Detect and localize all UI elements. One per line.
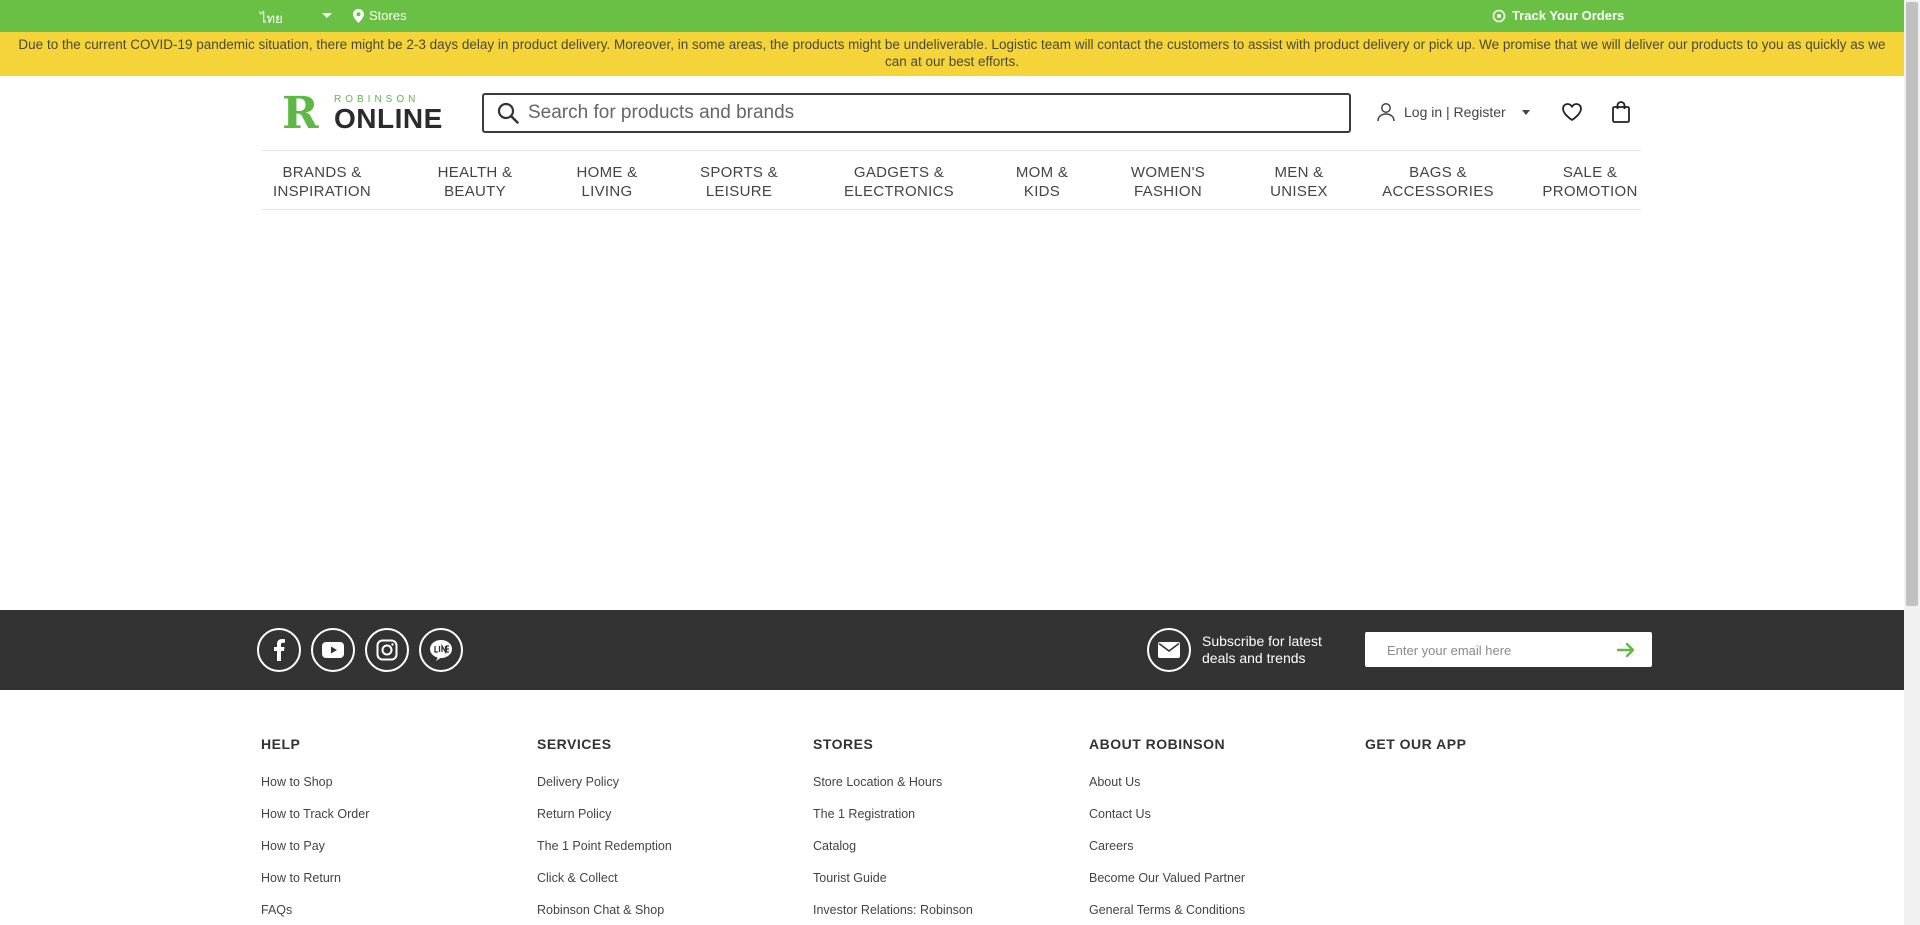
nav-mom-kids[interactable]: MOM & KIDS xyxy=(1016,163,1068,201)
search-input[interactable] xyxy=(528,100,1328,126)
subscribe-text: Subscribe for latest deals and trends xyxy=(1202,633,1322,666)
footer-link[interactable]: How to Shop xyxy=(261,775,369,792)
footer-stores-title: STORES xyxy=(813,736,874,752)
login-register-menu[interactable]: Log in | Register xyxy=(1376,102,1530,122)
youtube-link[interactable] xyxy=(311,628,355,672)
shopping-bag-icon[interactable] xyxy=(1611,100,1631,124)
notice-text: Due to the current COVID-19 pandemic sit… xyxy=(18,37,1886,69)
scrollbar-thumb[interactable] xyxy=(1906,2,1918,606)
facebook-link[interactable] xyxy=(257,628,301,672)
footer-services-column: SERVICES Delivery Policy Return Policy T… xyxy=(537,736,672,925)
nav-men-unisex[interactable]: MEN & UNISEX xyxy=(1270,163,1328,201)
youtube-icon xyxy=(322,642,344,658)
search-icon[interactable] xyxy=(497,102,519,124)
footer-help-title: HELP xyxy=(261,736,301,752)
user-icon xyxy=(1377,103,1395,122)
facebook-icon xyxy=(274,639,285,661)
footer-link[interactable]: Return Policy xyxy=(537,807,672,824)
nav-sports-leisure[interactable]: SPORTS & LEISURE xyxy=(700,163,778,201)
footer-link[interactable]: How to Return xyxy=(261,871,369,888)
covid-notice-banner: Due to the current COVID-19 pandemic sit… xyxy=(0,32,1904,76)
footer-link[interactable]: Catalog xyxy=(813,839,973,856)
logo-letter: R xyxy=(282,88,319,139)
email-subscribe-field xyxy=(1365,632,1652,667)
language-selector[interactable]: ไทย xyxy=(260,8,332,29)
nav-gadgets-electronics[interactable]: GADGETS & ELECTRONICS xyxy=(844,163,954,201)
footer-help-column: HELP How to Shop How to Track Order How … xyxy=(261,736,369,925)
footer-link[interactable]: Store Location & Hours xyxy=(813,775,973,792)
language-label: ไทย xyxy=(260,11,283,26)
email-input[interactable] xyxy=(1387,640,1607,660)
footer-about-title: ABOUT ROBINSON xyxy=(1089,736,1226,752)
page: ไทย Stores Track Your Orders Due to the … xyxy=(0,0,1920,925)
category-nav: BRANDS & INSPIRATION HEALTH & BEAUTY HOM… xyxy=(261,150,1641,210)
target-icon xyxy=(1492,9,1506,22)
login-register-label: Log in | Register xyxy=(1404,104,1506,120)
nav-health-beauty[interactable]: HEALTH & BEAUTY xyxy=(438,163,513,201)
footer-link[interactable]: Robinson Chat & Shop xyxy=(537,903,672,920)
robinson-online-logo[interactable]: R ROBINSON ONLINE xyxy=(282,88,443,139)
nav-sale-promotion[interactable]: SALE & PROMOTION xyxy=(1542,163,1637,201)
footer-link[interactable]: Investor Relations: Robinson xyxy=(813,903,973,920)
track-orders-label: Track Your Orders xyxy=(1512,8,1625,23)
line-link[interactable] xyxy=(419,628,463,672)
footer-link[interactable]: How to Track Order xyxy=(261,807,369,824)
nav-home-living[interactable]: HOME & LIVING xyxy=(577,163,638,201)
footer-link[interactable]: The 1 Point Redemption xyxy=(537,839,672,856)
instagram-icon xyxy=(376,639,398,661)
footer-link[interactable]: Delivery Policy xyxy=(537,775,672,792)
heart-icon[interactable] xyxy=(1561,101,1583,123)
top-utility-bar: ไทย Stores Track Your Orders xyxy=(0,0,1904,32)
mail-circle xyxy=(1147,628,1191,672)
line-icon xyxy=(430,640,452,661)
footer-link[interactable]: Contact Us xyxy=(1089,807,1245,824)
footer-stores-column: STORES Store Location & Hours The 1 Regi… xyxy=(813,736,973,925)
footer-services-title: SERVICES xyxy=(537,736,612,752)
footer-link[interactable]: Become Our Valued Partner xyxy=(1089,871,1245,888)
footer-link[interactable]: General Terms & Conditions xyxy=(1089,903,1245,920)
footer-about-column: ABOUT ROBINSON About Us Contact Us Caree… xyxy=(1089,736,1245,925)
envelope-icon xyxy=(1158,642,1180,658)
chevron-down-icon xyxy=(322,13,332,18)
footer-link[interactable]: How to Pay xyxy=(261,839,369,856)
social-subscribe-band: Subscribe for latest deals and trends xyxy=(0,610,1904,690)
footer-link[interactable]: Tourist Guide xyxy=(813,871,973,888)
logo-bottom-text: ONLINE xyxy=(334,103,443,134)
stores-link[interactable]: Stores xyxy=(353,8,407,23)
caret-down-icon xyxy=(1521,109,1530,115)
nav-bags-accessories[interactable]: BAGS & ACCESSORIES xyxy=(1382,163,1494,201)
location-pin-icon xyxy=(353,8,364,23)
stores-label: Stores xyxy=(369,8,407,23)
footer-app-column: GET OUR APP xyxy=(1365,736,1466,775)
nav-brands-inspiration[interactable]: BRANDS & INSPIRATION xyxy=(273,163,371,201)
footer-link[interactable]: About Us xyxy=(1089,775,1245,792)
track-orders-link[interactable]: Track Your Orders xyxy=(1492,8,1624,23)
footer-app-title: GET OUR APP xyxy=(1365,736,1467,752)
instagram-link[interactable] xyxy=(365,628,409,672)
search-bar xyxy=(482,93,1351,133)
arrow-right-icon[interactable] xyxy=(1615,639,1637,661)
footer-link[interactable]: Click & Collect xyxy=(537,871,672,888)
footer-link[interactable]: FAQs xyxy=(261,903,369,920)
nav-womens-fashion[interactable]: WOMEN'S FASHION xyxy=(1131,163,1205,201)
footer-link[interactable]: The 1 Registration xyxy=(813,807,973,824)
footer-link[interactable]: Careers xyxy=(1089,839,1245,856)
